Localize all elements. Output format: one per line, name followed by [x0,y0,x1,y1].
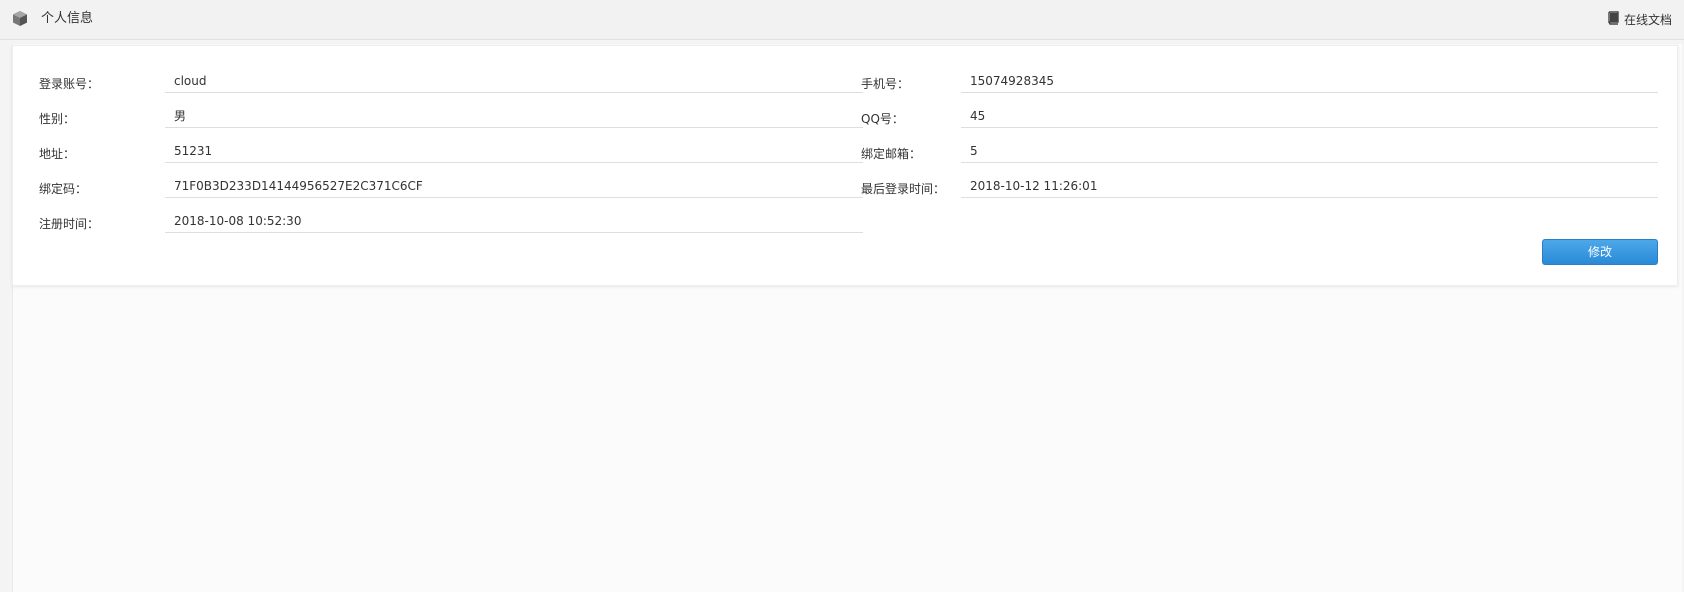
profile-card: 登录账号： cloud 性别： 男 地址： 51231 绑定码： 71F0B3D… [12,45,1678,286]
field-label: 注册时间： [39,217,100,231]
field-value: cloud [165,71,863,93]
field-label: 登录账号： [39,77,100,91]
top-bar: 个人信息 在线文档 [0,0,1684,40]
field-login-account: 登录账号： cloud [39,71,869,93]
field-gender: 性别： 男 [39,106,869,128]
field-address: 地址： 51231 [39,141,869,163]
field-label: 手机号： [861,77,910,91]
online-docs-label: 在线文档 [1623,12,1672,27]
field-label: 绑定邮箱： [861,147,922,161]
field-value: 2018-10-12 11:26:01 [961,176,1658,198]
field-qq: QQ号： 45 [861,106,1661,128]
field-label: QQ号： [861,112,904,126]
field-bound-email: 绑定邮箱： 5 [861,141,1661,163]
book-icon [1606,10,1620,28]
field-register-time: 注册时间： 2018-10-08 10:52:30 [39,211,869,233]
field-binding-code: 绑定码： 71F0B3D233D14144956527E2C371C6CF [39,176,869,198]
edit-button[interactable]: 修改 [1542,239,1658,265]
field-label: 地址： [39,147,76,161]
field-phone: 手机号： 15074928345 [861,71,1661,93]
field-label: 绑定码： [39,182,88,196]
cube-icon [11,10,29,28]
field-value: 71F0B3D233D14144956527E2C371C6CF [165,176,863,198]
field-value: 15074928345 [961,71,1658,93]
field-label: 最后登录时间： [861,182,946,196]
page-title: 个人信息 [41,11,94,26]
field-label: 性别： [39,112,76,126]
field-value: 男 [165,106,863,128]
field-value: 2018-10-08 10:52:30 [165,211,863,233]
online-docs-link[interactable]: 在线文档 [1606,10,1672,28]
field-value: 45 [961,106,1658,128]
field-value: 5 [961,141,1658,163]
field-value: 51231 [165,141,863,163]
field-last-login-time: 最后登录时间： 2018-10-12 11:26:01 [861,176,1661,198]
